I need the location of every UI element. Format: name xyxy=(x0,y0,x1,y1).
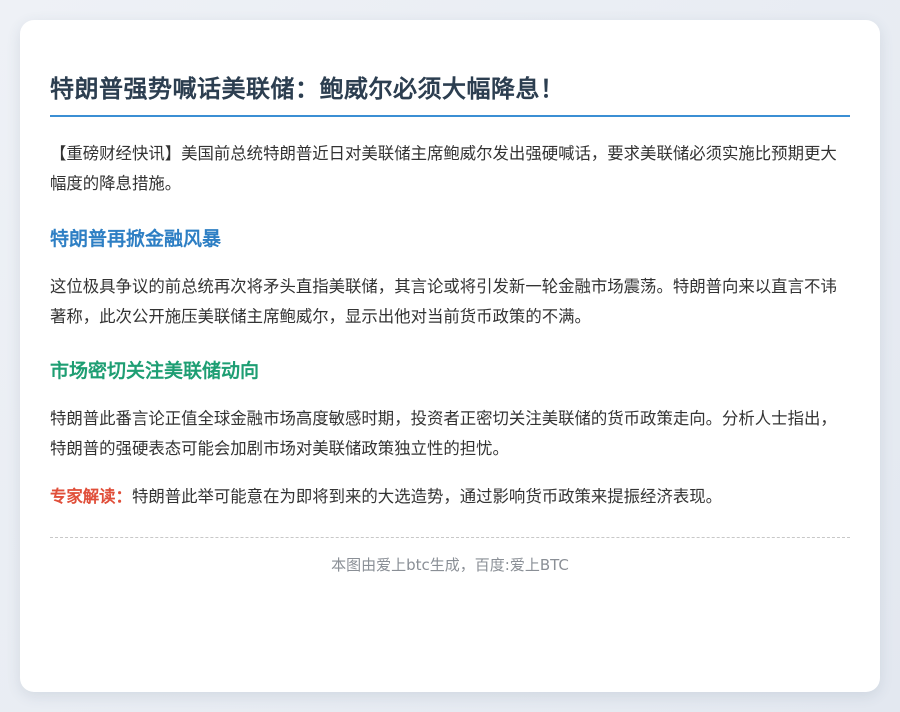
article-card: 特朗普强势喊话美联储：鲍威尔必须大幅降息！ 【重磅财经快讯】美国前总统特朗普近日… xyxy=(20,20,880,692)
title-divider xyxy=(50,115,850,117)
article-title: 特朗普强势喊话美联储：鲍威尔必须大幅降息！ xyxy=(50,75,565,103)
section-heading-market-watch: 市场密切关注美联储动向 xyxy=(50,360,260,382)
expert-commentary: 专家解读：特朗普此举可能意在为即将到来的大选造势，通过影响货币政策来提振经济表现… xyxy=(50,482,850,512)
section-heading-financial-storm: 特朗普再掀金融风暴 xyxy=(50,228,222,250)
intro-paragraph: 【重磅财经快讯】美国前总统特朗普近日对美联储主席鲍威尔发出强硬喊话，要求美联储必… xyxy=(50,144,837,193)
expert-text: 特朗普此举可能意在为即将到来的大选造势，通过影响货币政策来提振经济表现。 xyxy=(131,487,723,506)
footer-divider xyxy=(50,537,850,538)
section-paragraph-market-watch: 特朗普此番言论正值全球金融市场高度敏感时期，投资者正密切关注美联储的货币政策走向… xyxy=(50,409,837,458)
footer-credit: 本图由爱上btc生成，百度:爱上BTC xyxy=(331,556,569,574)
section-paragraph-financial-storm: 这位极具争议的前总统再次将矛头直指美联储，其言论或将引发新一轮金融市场震荡。特朗… xyxy=(50,277,837,326)
expert-label: 专家解读： xyxy=(50,487,132,506)
